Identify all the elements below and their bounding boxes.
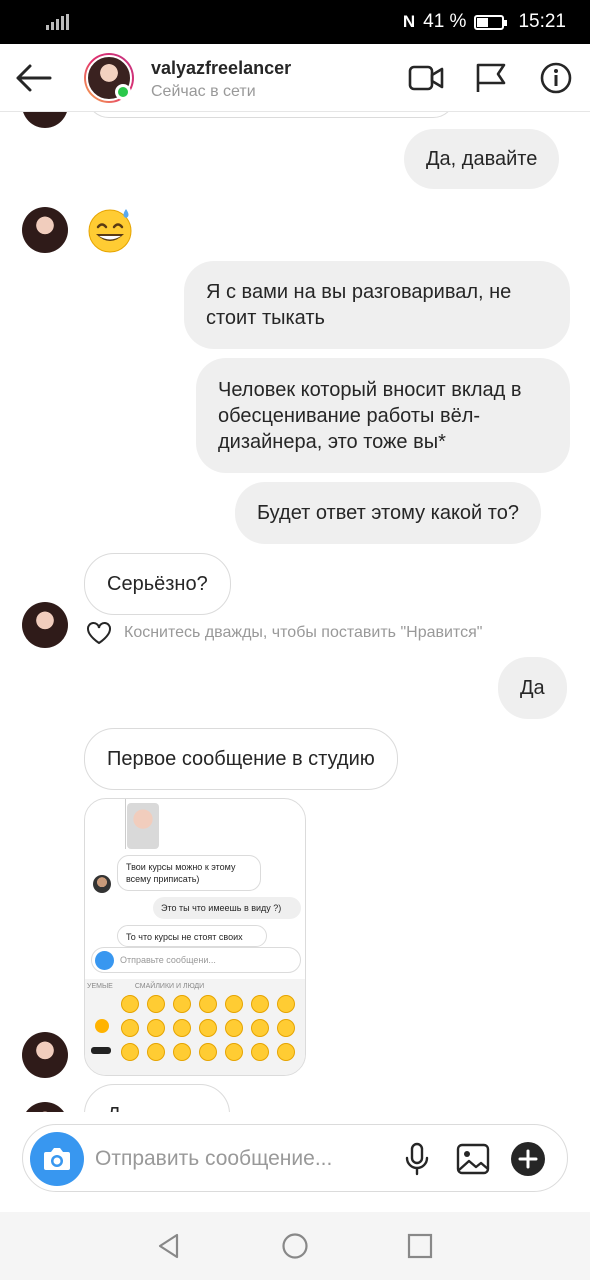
flag-icon[interactable] <box>474 62 510 94</box>
emoji-icon <box>225 1019 243 1037</box>
microphone-icon[interactable] <box>399 1141 435 1177</box>
emoji-icon <box>147 1043 165 1061</box>
sweat-smile-emoji-icon[interactable] <box>86 205 134 253</box>
nfc-icon: N <box>402 12 416 31</box>
message-input[interactable]: Отправить сообщение... <box>95 1147 332 1171</box>
chat-header: valyazfreelancer Сейчас в сети <box>0 44 590 112</box>
sender-avatar[interactable] <box>22 1102 68 1112</box>
mini-kb-label: СМАЙЛИКИ И ЛЮДИ <box>134 983 205 990</box>
mini-message-outgoing: Это ты что имеешь в виду ?) <box>153 897 301 919</box>
emoji-icon <box>121 1019 139 1037</box>
emoji-icon <box>251 1019 269 1037</box>
emoji-icon <box>251 995 269 1013</box>
message-bubble-partial[interactable] <box>86 112 456 118</box>
back-arrow-icon[interactable] <box>14 62 52 94</box>
emoji-icon <box>225 1043 243 1061</box>
mini-photo <box>127 803 159 849</box>
heart-icon[interactable] <box>86 621 112 645</box>
sender-avatar[interactable] <box>22 602 68 648</box>
like-hint: Коснитесь дважды, чтобы поставить "Нрави… <box>86 621 482 645</box>
emoji-icon <box>199 995 217 1013</box>
mini-message-incoming: То что курсы не стоят своих <box>117 925 267 947</box>
message-thread[interactable]: Да, давайте Я с вами на вы разговаривал,… <box>0 112 590 1112</box>
emoji-icon <box>173 1043 191 1061</box>
mini-camera-icon <box>95 951 114 970</box>
emoji-icon <box>173 1019 191 1037</box>
emoji-icon <box>225 995 243 1013</box>
message-bubble-outgoing[interactable]: Да, давайте <box>404 129 560 189</box>
message-bubble-incoming[interactable]: Серьёзно? <box>84 553 231 615</box>
contact-username[interactable]: valyazfreelancer <box>151 58 291 79</box>
message-bubble-incoming[interactable]: Первое сообщение в студию <box>84 728 398 790</box>
emoji-icon <box>147 995 165 1013</box>
emoji-icon <box>121 995 139 1013</box>
sunglasses-icon <box>91 1047 111 1054</box>
gallery-icon[interactable] <box>455 1141 491 1177</box>
nav-recents-icon[interactable] <box>406 1232 434 1260</box>
mini-kb-label: УЕМЫЕ <box>87 983 113 990</box>
message-bubble-outgoing[interactable]: Да <box>498 657 567 719</box>
system-nav-bar <box>0 1212 590 1280</box>
emoji-icon <box>251 1043 269 1061</box>
mini-avatar <box>93 875 111 893</box>
message-bubble-incoming[interactable]: Д <box>84 1084 230 1112</box>
video-call-icon[interactable] <box>408 62 444 94</box>
emoji-icon <box>121 1043 139 1061</box>
sun-icon <box>95 1019 109 1033</box>
camera-icon <box>44 1148 70 1170</box>
emoji-icon <box>199 1019 217 1037</box>
mini-emoji-keyboard: УЕМЫЕ СМАЙЛИКИ И ЛЮДИ <box>85 979 305 1075</box>
camera-button[interactable] <box>30 1132 84 1186</box>
shared-screenshot-image[interactable]: Твои курсы можно к этому всему приписать… <box>84 798 306 1076</box>
nav-home-icon[interactable] <box>281 1232 309 1260</box>
status-bar: N 41 % 15:21 <box>0 0 590 44</box>
emoji-icon <box>277 1019 295 1037</box>
sender-avatar[interactable] <box>22 112 68 128</box>
mini-input-field: Отправьте сообщени... <box>91 947 301 973</box>
signal-icon <box>46 14 69 30</box>
nav-back-icon[interactable] <box>155 1232 183 1260</box>
emoji-icon <box>147 1019 165 1037</box>
like-hint-text: Коснитесь дважды, чтобы поставить "Нрави… <box>124 624 483 641</box>
clock: 15:21 <box>518 11 566 32</box>
emoji-icon <box>199 1043 217 1061</box>
sender-avatar[interactable] <box>22 1032 68 1078</box>
contact-status: Сейчас в сети <box>151 83 256 100</box>
message-bubble-outgoing[interactable]: Я с вами на вы разговаривал, не стоит ты… <box>184 261 570 349</box>
battery-percent: 41 % <box>423 11 467 32</box>
plus-icon[interactable] <box>510 1141 546 1177</box>
mini-input-placeholder: Отправьте сообщени... <box>120 955 216 965</box>
message-text-partial: Д <box>107 1102 121 1112</box>
mini-message-incoming: Твои курсы можно к этому всему приписать… <box>117 855 261 891</box>
emoji-icon <box>277 1043 295 1061</box>
message-bubble-outgoing[interactable]: Человек который вносит вклад в обесценив… <box>196 358 570 473</box>
online-indicator <box>115 84 131 100</box>
message-composer[interactable]: Отправить сообщение... <box>22 1124 568 1192</box>
sender-avatar[interactable] <box>22 207 68 253</box>
emoji-icon <box>277 995 295 1013</box>
battery-icon <box>474 14 508 30</box>
info-icon[interactable] <box>539 62 575 94</box>
message-bubble-outgoing[interactable]: Будет ответ этому какой то? <box>235 482 541 544</box>
emoji-icon <box>173 995 191 1013</box>
